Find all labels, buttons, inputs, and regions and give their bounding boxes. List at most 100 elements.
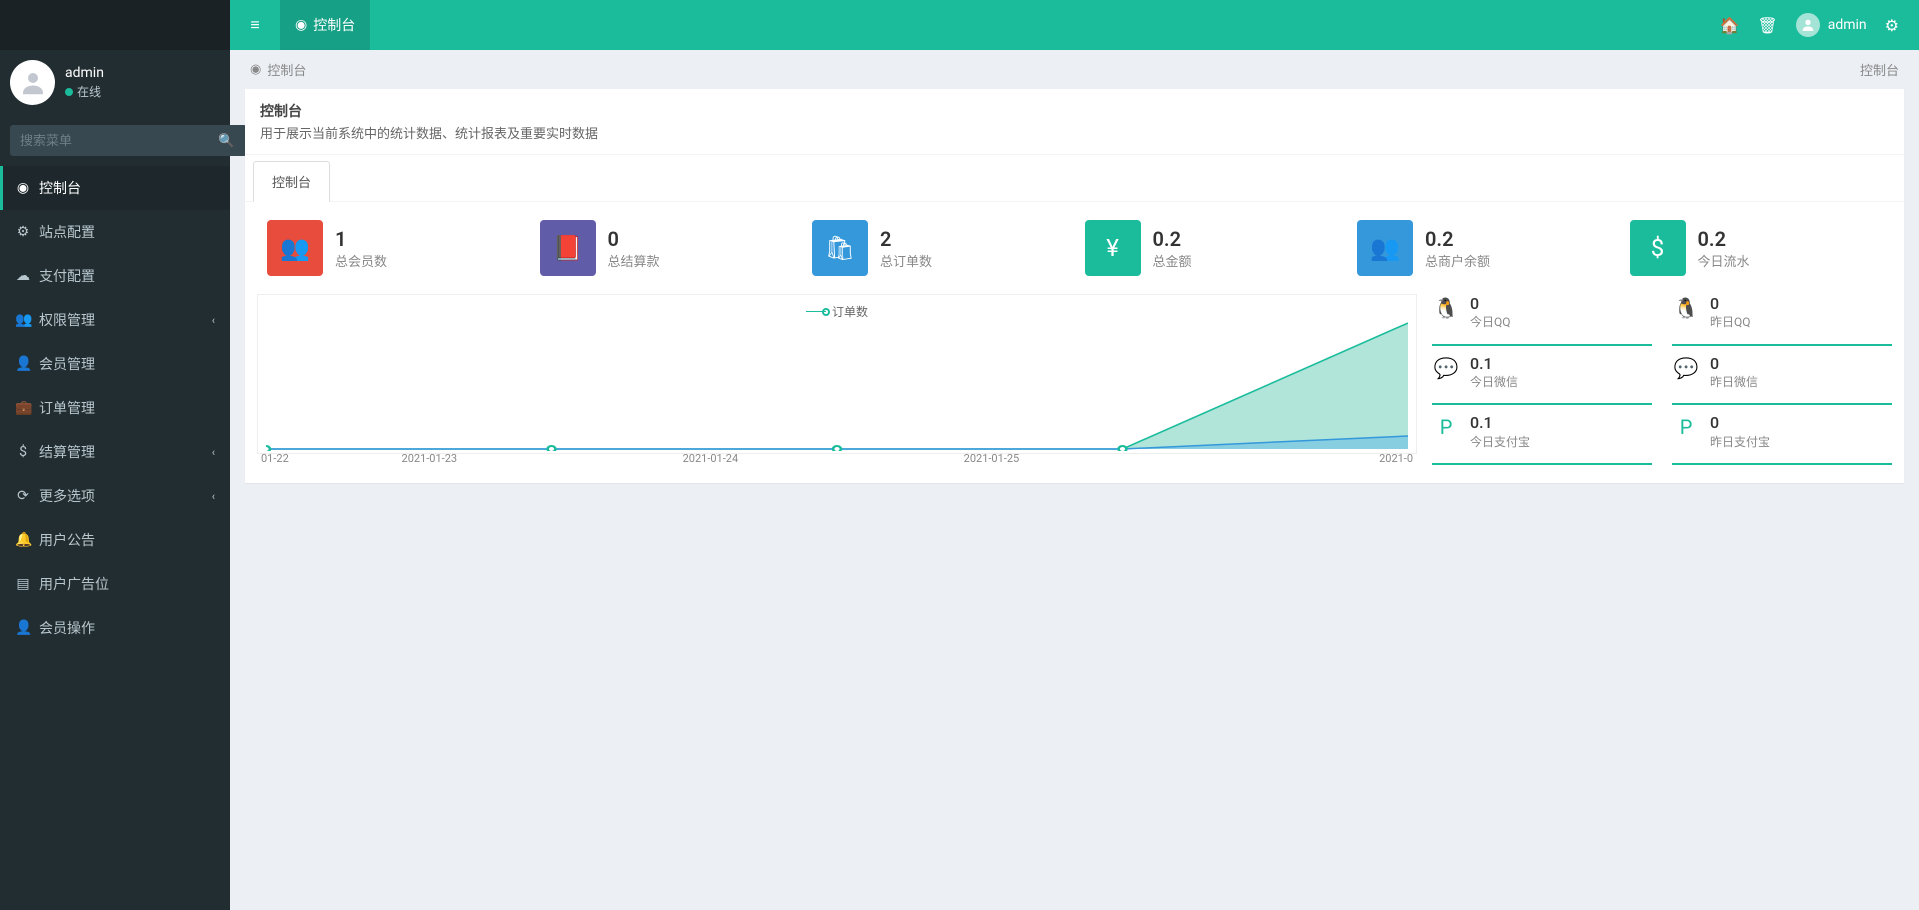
- mini-label: 今日QQ: [1470, 313, 1511, 330]
- panel-title: 控制台: [260, 101, 1889, 121]
- chevron-left-icon: ‹: [212, 490, 215, 503]
- avatar-icon: [18, 68, 48, 98]
- mini-label: 昨日微信: [1710, 373, 1758, 390]
- nav-label: 站点配置: [39, 222, 95, 242]
- nav-label: 会员操作: [39, 618, 95, 638]
- home-icon[interactable]: 🏠: [1719, 16, 1739, 35]
- mini-stat-2: 💬 0.1今日微信: [1432, 354, 1652, 406]
- users-icon: 👥: [267, 220, 323, 276]
- bell-icon: 🔔: [15, 532, 31, 548]
- user-icon: 👤: [15, 356, 31, 372]
- sidebar-item-10[interactable]: 👤 会员操作: [0, 606, 230, 650]
- panel-subtitle: 用于展示当前系统中的统计数据、统计报表及重要实时数据: [260, 123, 1889, 142]
- mini-value: 0.1: [1470, 413, 1530, 432]
- chevron-left-icon: ‹: [212, 446, 215, 459]
- bag-icon: 🛍: [812, 220, 868, 276]
- stat-value: 0.2: [1153, 227, 1192, 251]
- stat-value: 0.2: [1698, 227, 1750, 251]
- mini-stat-3: 💬 0昨日微信: [1672, 354, 1892, 406]
- topbar-username: admin: [1828, 17, 1867, 33]
- doc-icon: ▤: [15, 576, 31, 592]
- paypal-icon: P: [1432, 413, 1460, 441]
- mini-label: 今日微信: [1470, 373, 1518, 390]
- search-input[interactable]: [10, 125, 206, 156]
- nav-label: 控制台: [39, 178, 81, 198]
- dashboard-icon: ◉: [295, 17, 307, 33]
- menu-toggle-button[interactable]: ≡: [230, 0, 280, 50]
- logo[interactable]: [0, 0, 230, 50]
- nav-label: 更多选项: [39, 486, 95, 506]
- stat-box-2: 🛍 2总订单数: [802, 220, 1075, 276]
- stat-label: 总商户余额: [1425, 251, 1490, 270]
- nav-label: 用户公告: [39, 530, 95, 550]
- mini-label: 今日支付宝: [1470, 433, 1530, 450]
- sidebar-item-8[interactable]: 🔔 用户公告: [0, 518, 230, 562]
- chart-svg: [266, 321, 1408, 451]
- breadcrumb-right[interactable]: 控制台: [1860, 64, 1899, 79]
- panel-header: 控制台 用于展示当前系统中的统计数据、统计报表及重要实时数据: [245, 89, 1904, 155]
- user-icon: 👤: [15, 620, 31, 636]
- mini-stat-0: 🐧0今日QQ: [1432, 294, 1652, 346]
- mini-label: 昨日支付宝: [1710, 433, 1770, 450]
- wechat-icon: 💬: [1432, 354, 1460, 382]
- sidebar: admin 在线 🔍 ◉控制台⚙站点配置☁支付配置👥权限管理‹👤会员管理💼订单管…: [0, 0, 230, 910]
- tab-dashboard[interactable]: ◉ 控制台: [280, 0, 370, 50]
- mini-stat-4: P 0.1今日支付宝: [1432, 413, 1652, 465]
- gears-icon[interactable]: ⚙: [1885, 16, 1899, 35]
- sidebar-item-0[interactable]: ◉ 控制台: [0, 166, 230, 210]
- wechat-icon: 💬: [1672, 354, 1700, 382]
- mini-value: 0: [1710, 413, 1770, 432]
- mini-stats: 🐧0今日QQ🐧0昨日QQ💬0.1今日微信💬0昨日微信P0.1今日支付宝P0昨日支…: [1432, 294, 1892, 465]
- dollar-icon: $: [1630, 220, 1686, 276]
- sidebar-item-5[interactable]: 💼订单管理: [0, 386, 230, 430]
- stat-box-4: 👥0.2总商户余额: [1347, 220, 1620, 276]
- mini-value: 0: [1710, 294, 1751, 313]
- topbar: ≡ ◉ 控制台 🏠 🗑 admin ⚙: [230, 0, 1919, 50]
- breadcrumb-label: 控制台: [267, 60, 306, 79]
- mini-stat-1: 🐧0昨日QQ: [1672, 294, 1892, 346]
- paypal-icon: P: [1672, 413, 1700, 441]
- content: ◉控制台 控制台 控制台 用于展示当前系统中的统计数据、统计报表及重要实时数据 …: [230, 50, 1919, 910]
- nav-label: 支付配置: [39, 266, 95, 286]
- stats-grid: 👥1总会员数📕0总结算款🛍2总订单数¥0.2总金额👥0.2总商户余额$0.2今日…: [245, 202, 1904, 294]
- stat-value: 2: [880, 227, 932, 251]
- sidebar-item-1[interactable]: ⚙ 站点配置: [0, 210, 230, 254]
- mini-value: 0: [1710, 354, 1758, 373]
- breadcrumb: ◉控制台 控制台: [230, 50, 1919, 89]
- sidebar-item-9[interactable]: ▤用户广告位: [0, 562, 230, 606]
- stat-label: 总订单数: [880, 251, 932, 270]
- user-panel: admin 在线: [0, 50, 230, 115]
- mini-value: 0.1: [1470, 354, 1518, 373]
- stat-value: 1: [335, 227, 387, 251]
- sidebar-item-2[interactable]: ☁支付配置: [0, 254, 230, 298]
- topbar-user[interactable]: admin: [1796, 13, 1867, 37]
- nav-label: 会员管理: [39, 354, 95, 374]
- yen-icon: ¥: [1085, 220, 1141, 276]
- book-icon: 📕: [540, 220, 596, 276]
- stat-label: 总结算款: [608, 251, 660, 270]
- sidebar-item-6[interactable]: $结算管理‹: [0, 430, 230, 474]
- stat-label: 总会员数: [335, 251, 387, 270]
- users-icon: 👥: [15, 312, 31, 328]
- user-name: admin: [65, 65, 104, 81]
- stat-label: 总金额: [1153, 251, 1192, 270]
- briefcase-icon: 💼: [15, 400, 31, 416]
- panel: 控制台 用于展示当前系统中的统计数据、统计报表及重要实时数据 控制台 👥 1总会员…: [245, 89, 1904, 483]
- dollar-icon: $: [15, 444, 31, 460]
- stat-box-3: ¥0.2总金额: [1075, 220, 1348, 276]
- gear-icon: ⚙: [15, 224, 31, 240]
- nav-list: ◉ 控制台 ⚙ 站点配置 ☁支付配置👥权限管理‹ 👤 会员管理 💼订单管理$结算管理‹ ⟳ 更多选…: [0, 166, 230, 650]
- chart-legend[interactable]: 订单数: [806, 303, 868, 320]
- sidebar-item-4[interactable]: 👤 会员管理: [0, 342, 230, 386]
- panel-tab-dashboard[interactable]: 控制台: [253, 161, 330, 202]
- stat-box-5: $0.2今日流水: [1620, 220, 1893, 276]
- mini-stat-5: P0昨日支付宝: [1672, 413, 1892, 465]
- legend-label: 订单数: [832, 303, 868, 320]
- sidebar-item-7[interactable]: ⟳ 更多选项 ‹: [0, 474, 230, 518]
- dashboard-icon: ◉: [15, 180, 31, 196]
- avatar[interactable]: [10, 60, 55, 105]
- trash-icon[interactable]: 🗑: [1757, 16, 1777, 35]
- refresh-icon: ⟳: [15, 488, 31, 504]
- sidebar-item-3[interactable]: 👥权限管理‹: [0, 298, 230, 342]
- panel-tabs: 控制台: [245, 155, 1904, 202]
